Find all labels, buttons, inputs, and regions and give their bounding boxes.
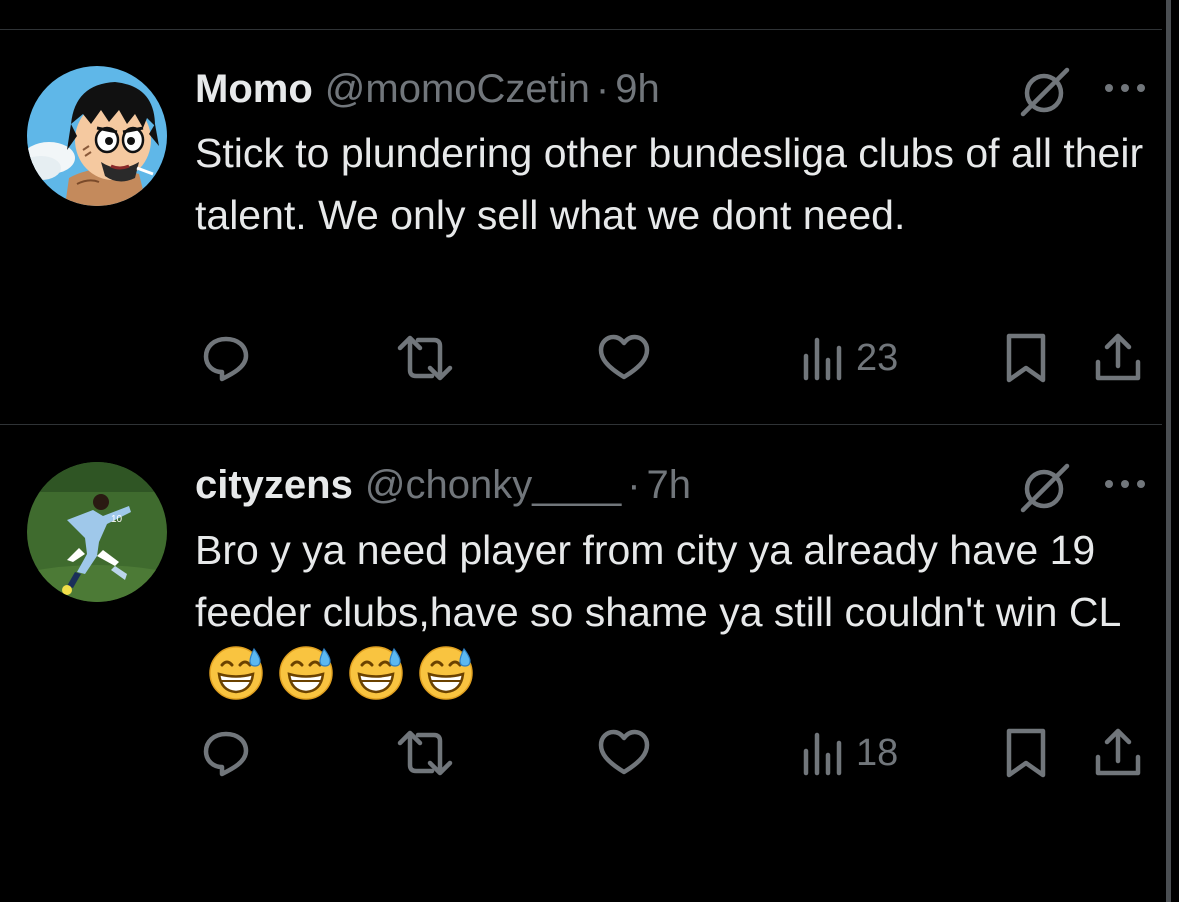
like-icon bbox=[596, 330, 652, 386]
tweet-text: Stick to plundering other bundesliga clu… bbox=[195, 130, 1144, 238]
retweet-icon bbox=[390, 330, 460, 386]
reply-icon bbox=[198, 725, 254, 781]
views-button[interactable]: 18 bbox=[800, 725, 920, 781]
grinning-face-with-sweat-emoji bbox=[347, 643, 405, 701]
handle[interactable]: @chonky____ bbox=[365, 463, 621, 507]
retweet-button[interactable] bbox=[390, 725, 460, 781]
grinning-face-with-sweat-emoji bbox=[417, 643, 475, 701]
anime-character-avatar bbox=[27, 66, 167, 206]
tweet-header: Momo @momoCzetin · 9h bbox=[195, 64, 660, 114]
tweet-text: Bro y ya need player from city ya alread… bbox=[195, 519, 1155, 706]
like-button[interactable] bbox=[596, 725, 652, 781]
like-button[interactable] bbox=[596, 330, 652, 386]
avatar[interactable]: 10 bbox=[27, 462, 167, 602]
timestamp[interactable]: 9h bbox=[615, 67, 660, 111]
action-bar: 18 bbox=[190, 725, 1150, 781]
share-button[interactable] bbox=[1090, 330, 1146, 386]
football-player-avatar: 10 bbox=[27, 462, 167, 602]
timestamp[interactable]: 7h bbox=[647, 463, 692, 507]
grok-icon[interactable] bbox=[1017, 64, 1073, 120]
scrollbar[interactable] bbox=[1166, 0, 1171, 902]
grinning-face-with-sweat-emoji bbox=[207, 643, 265, 701]
views-button[interactable]: 23 bbox=[800, 330, 920, 386]
retweet-button[interactable] bbox=[390, 330, 460, 386]
reply-icon bbox=[198, 330, 254, 386]
share-icon bbox=[1090, 330, 1146, 386]
more-icon[interactable] bbox=[1102, 474, 1148, 494]
action-bar: 23 bbox=[190, 330, 1150, 386]
separator-dot: · bbox=[627, 463, 641, 507]
display-name[interactable]: Momo bbox=[195, 67, 313, 111]
reply-button[interactable] bbox=[198, 330, 254, 386]
bookmark-button[interactable] bbox=[998, 725, 1054, 781]
emoji-row bbox=[195, 652, 475, 698]
avatar[interactable] bbox=[27, 66, 167, 206]
bookmark-icon bbox=[998, 725, 1054, 781]
views-icon bbox=[800, 330, 848, 386]
tweet[interactable]: 10 cityzens @chonky____ · 7h Bro y ya need … bbox=[0, 425, 1162, 902]
tweet-text-body: Bro y ya need player from city ya alread… bbox=[195, 527, 1122, 635]
tweet-header: cityzens @chonky____ · 7h bbox=[195, 460, 691, 510]
separator-dot: · bbox=[595, 67, 610, 111]
grok-icon[interactable] bbox=[1017, 460, 1073, 516]
svg-text:10: 10 bbox=[111, 514, 123, 525]
reply-button[interactable] bbox=[198, 725, 254, 781]
bookmark-button[interactable] bbox=[998, 330, 1054, 386]
views-count: 23 bbox=[856, 337, 899, 379]
like-icon bbox=[596, 725, 652, 781]
tweet[interactable]: Momo @momoCzetin · 9h Stick to plundering o… bbox=[0, 0, 1162, 424]
views-icon bbox=[800, 725, 848, 781]
display-name[interactable]: cityzens bbox=[195, 463, 353, 507]
share-icon bbox=[1090, 725, 1146, 781]
handle[interactable]: @momoCzetin bbox=[325, 67, 590, 111]
views-count: 18 bbox=[856, 732, 899, 774]
share-button[interactable] bbox=[1090, 725, 1146, 781]
more-icon[interactable] bbox=[1102, 78, 1148, 98]
grinning-face-with-sweat-emoji bbox=[277, 643, 335, 701]
retweet-icon bbox=[390, 725, 460, 781]
bookmark-icon bbox=[998, 330, 1054, 386]
